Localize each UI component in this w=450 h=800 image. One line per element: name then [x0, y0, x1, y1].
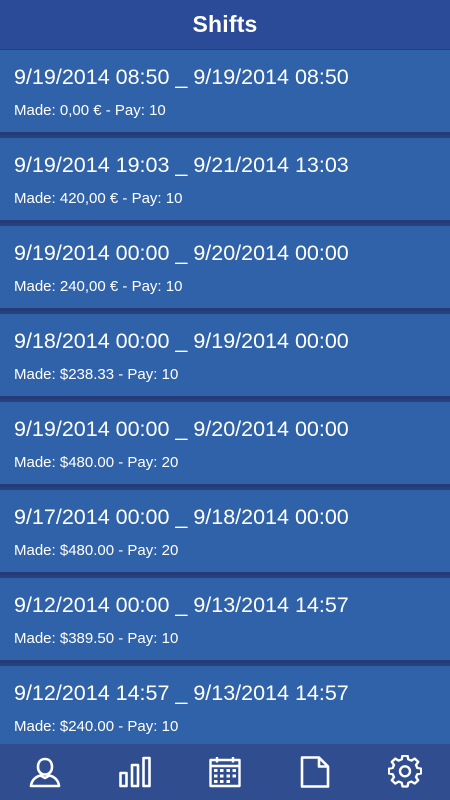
- pay-value: 20: [161, 542, 179, 559]
- bottom-nav-bar: [0, 744, 450, 800]
- pay-label: - Pay:: [114, 630, 162, 647]
- shift-row[interactable]: 9/19/2014 08:50 _ 9/19/2014 08:50 Made: …: [0, 50, 450, 135]
- user-icon: [29, 757, 61, 788]
- made-value: $480.00: [59, 542, 115, 559]
- shift-summary: Made: 420,00 € - Pay: 10: [14, 190, 182, 207]
- shift-date-range: 9/12/2014 00:00 _ 9/13/2014 14:57: [14, 593, 349, 617]
- pay-label: - Pay:: [101, 102, 150, 119]
- pay-value: 10: [149, 102, 166, 119]
- pay-label: - Pay:: [114, 542, 162, 559]
- nav-calendar-button[interactable]: [195, 744, 255, 800]
- app: Shifts 9/19/2014 08:50 _ 9/19/2014 08:50…: [0, 0, 450, 800]
- pay-label: - Pay:: [118, 190, 166, 207]
- made-label: Made:: [14, 630, 60, 647]
- nav-notes-button[interactable]: [285, 744, 345, 800]
- pay-value: 20: [161, 454, 179, 471]
- shift-row[interactable]: 9/18/2014 00:00 _ 9/19/2014 00:00 Made: …: [0, 314, 450, 399]
- shift-date-range: 9/12/2014 14:57 _ 9/13/2014 14:57: [14, 681, 349, 705]
- shift-date-range: 9/18/2014 00:00 _ 9/19/2014 00:00: [14, 329, 349, 353]
- shift-row[interactable]: 9/19/2014 19:03 _ 9/21/2014 13:03 Made: …: [0, 138, 450, 223]
- made-value: $240.00: [59, 718, 115, 735]
- made-label: Made:: [14, 366, 60, 383]
- pay-value: 10: [161, 718, 179, 735]
- pay-value: 10: [165, 278, 183, 295]
- shift-row[interactable]: 9/19/2014 00:00 _ 9/20/2014 00:00 Made: …: [0, 226, 450, 311]
- shift-date-range: 9/19/2014 19:03 _ 9/21/2014 13:03: [14, 153, 349, 177]
- shift-date-range: 9/19/2014 08:50 _ 9/19/2014 08:50: [14, 65, 349, 89]
- shift-summary: Made: $238.33 - Pay: 10: [14, 366, 178, 383]
- calendar-icon: [209, 757, 241, 788]
- shift-row[interactable]: 9/19/2014 00:00 _ 9/20/2014 00:00 Made: …: [0, 402, 450, 487]
- pay-label: - Pay:: [114, 454, 162, 471]
- shift-summary: Made: 240,00 € - Pay: 10: [14, 278, 182, 295]
- shift-list[interactable]: 9/19/2014 08:50 _ 9/19/2014 08:50 Made: …: [0, 50, 450, 744]
- pay-value: 10: [161, 630, 179, 647]
- shift-summary: Made: $240.00 - Pay: 10: [14, 718, 178, 735]
- shift-row[interactable]: 9/12/2014 00:00 _ 9/13/2014 14:57 Made: …: [0, 578, 450, 663]
- shift-row[interactable]: 9/12/2014 14:57 _ 9/13/2014 14:57 Made: …: [0, 666, 450, 744]
- made-label: Made:: [14, 278, 60, 295]
- made-value: 240,00 €: [59, 278, 119, 295]
- nav-settings-button[interactable]: [375, 744, 435, 800]
- shift-date-range: 9/17/2014 00:00 _ 9/18/2014 00:00: [14, 505, 349, 529]
- shift-summary: Made: $480.00 - Pay: 20: [14, 542, 178, 559]
- made-label: Made:: [14, 718, 60, 735]
- shift-row[interactable]: 9/17/2014 00:00 _ 9/18/2014 00:00 Made: …: [0, 490, 450, 575]
- shift-summary: Made: $389.50 - Pay: 10: [14, 630, 178, 647]
- shift-date-range: 9/19/2014 00:00 _ 9/20/2014 00:00: [14, 417, 349, 441]
- shift-summary: Made: $480.00 - Pay: 20: [14, 454, 178, 471]
- nav-stats-button[interactable]: [105, 744, 165, 800]
- document-icon: [300, 756, 330, 788]
- pay-label: - Pay:: [114, 366, 162, 383]
- pay-value: 10: [165, 190, 183, 207]
- made-label: Made:: [14, 542, 60, 559]
- nav-profile-button[interactable]: [15, 744, 75, 800]
- made-value: $389.50: [59, 630, 115, 647]
- gear-icon: [388, 755, 422, 788]
- bar-chart-icon: [119, 756, 151, 788]
- made-value: 0,00 €: [59, 102, 102, 119]
- made-label: Made:: [14, 102, 60, 119]
- made-value: $480.00: [59, 454, 115, 471]
- pay-value: 10: [161, 366, 179, 383]
- made-label: Made:: [14, 190, 60, 207]
- shift-date-range: 9/19/2014 00:00 _ 9/20/2014 00:00: [14, 241, 349, 265]
- shift-summary: Made: 0,00 € - Pay: 10: [14, 102, 166, 119]
- page-title: Shifts: [192, 11, 258, 37]
- pay-label: - Pay:: [118, 278, 166, 295]
- pay-label: - Pay:: [114, 718, 162, 735]
- made-value: 420,00 €: [59, 190, 119, 207]
- header-bar: Shifts: [0, 0, 450, 49]
- made-value: $238.33: [59, 366, 115, 383]
- made-label: Made:: [14, 454, 60, 471]
